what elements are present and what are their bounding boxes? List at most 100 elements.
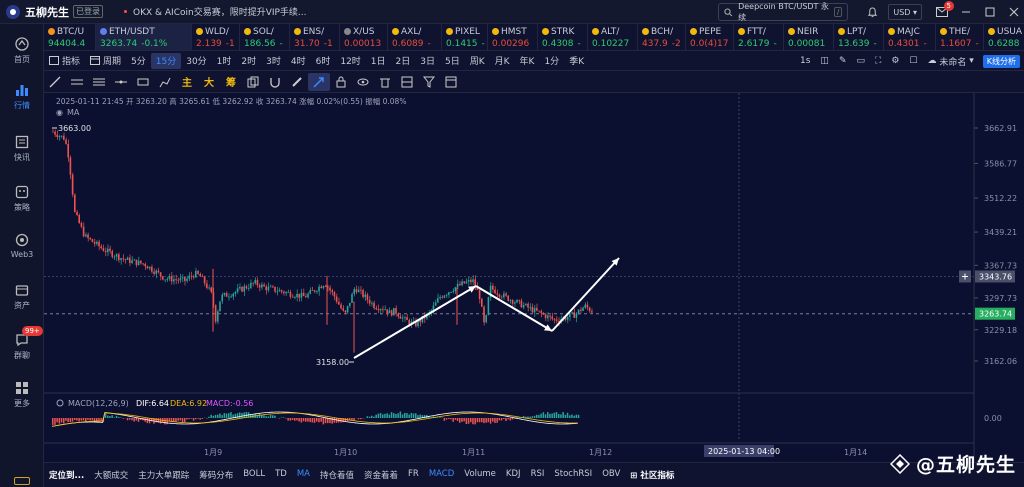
indicator-0[interactable]: 大额成交 bbox=[89, 469, 133, 481]
ticker-item[interactable]: USUA0.6288- bbox=[984, 24, 1024, 50]
edit-icon[interactable]: ✎ bbox=[834, 53, 852, 69]
indicator-11[interactable]: KDJ bbox=[501, 469, 526, 481]
timeframe-13[interactable]: 周K bbox=[465, 53, 490, 69]
lock-tool[interactable] bbox=[330, 73, 352, 91]
sidebar-item-assets[interactable]: 资产 bbox=[0, 282, 44, 311]
timeframe-14[interactable]: 月K bbox=[490, 53, 515, 69]
timeframe-15[interactable]: 年K bbox=[515, 53, 540, 69]
indicator-6[interactable]: 持仓着值 bbox=[315, 469, 359, 481]
ticker-item[interactable]: SOL/186.56- bbox=[240, 24, 290, 50]
timeframe-3[interactable]: 1时 bbox=[212, 53, 237, 69]
indicator-7[interactable]: 资金着着 bbox=[359, 469, 403, 481]
sidebar-bottom-icon[interactable] bbox=[14, 477, 30, 485]
search-input[interactable]: Deepcoin BTC/USDT 永续 / bbox=[718, 2, 849, 22]
news-ticker[interactable]: OKX & AICoin交易赛，限时提升VIP手续... bbox=[124, 5, 307, 18]
sidebar-item-strategy[interactable]: 策略 bbox=[0, 184, 44, 213]
trendline-tool[interactable] bbox=[44, 73, 66, 91]
indicator-2[interactable]: 筹码分布 bbox=[194, 469, 238, 481]
timeframe-0[interactable]: 5分 bbox=[126, 53, 151, 69]
camera-icon[interactable]: ◫ bbox=[815, 53, 834, 69]
template-tool[interactable] bbox=[440, 73, 462, 91]
mail-icon[interactable]: 5 bbox=[932, 1, 954, 21]
interval-1s[interactable]: 1s bbox=[795, 53, 815, 69]
kline-analysis-button[interactable]: K线分析 bbox=[982, 54, 1020, 68]
period-button[interactable]: 周期 bbox=[85, 53, 126, 69]
ticker-item[interactable]: MAJC 0.4301- bbox=[884, 24, 936, 50]
ticker-item[interactable]: BTC/U 94404.4 bbox=[44, 24, 96, 50]
pencil-tool[interactable] bbox=[286, 73, 308, 91]
sidebar-item-more[interactable]: 更多 bbox=[0, 380, 44, 409]
timeframe-4[interactable]: 2时 bbox=[236, 53, 261, 69]
minimize-icon[interactable] bbox=[956, 3, 976, 21]
timeframe-17[interactable]: 季K bbox=[564, 53, 589, 69]
window-icon[interactable]: ▭ bbox=[851, 53, 870, 69]
sidebar-item-web3[interactable]: Web3 bbox=[0, 232, 44, 259]
indicator-9[interactable]: MACD bbox=[424, 469, 459, 481]
large-tool[interactable]: 大 bbox=[198, 73, 220, 91]
main-tool[interactable]: 主 bbox=[176, 73, 198, 91]
ticker-item[interactable]: PEPE 0.0(4)17 bbox=[686, 24, 734, 50]
trash-tool[interactable] bbox=[374, 73, 396, 91]
settings-icon[interactable]: ⚙ bbox=[886, 53, 904, 69]
chart-area[interactable]: 3662.91 3586.77 3512.22 3439.21 3367.73 3297.… bbox=[44, 93, 1024, 463]
ticker-item[interactable]: ENS/31.70 -1 bbox=[290, 24, 340, 50]
indicator-12[interactable]: RSI bbox=[526, 469, 550, 481]
timeframe-1[interactable]: 15分 bbox=[150, 52, 182, 69]
ray-tool[interactable] bbox=[110, 73, 132, 91]
close-icon[interactable] bbox=[1004, 3, 1024, 21]
timeframe-10[interactable]: 2日 bbox=[391, 53, 416, 69]
ticker-item[interactable]: AXL/0.6089- bbox=[388, 24, 442, 50]
indicator-5[interactable]: MA bbox=[292, 469, 315, 481]
timeframe-7[interactable]: 6时 bbox=[311, 53, 336, 69]
indicator-button[interactable]: 指标 bbox=[44, 53, 85, 69]
cloud-select[interactable]: ☁ 未命名 ▾ bbox=[922, 53, 978, 69]
layers-tool[interactable] bbox=[396, 73, 418, 91]
bell-icon[interactable] bbox=[862, 3, 882, 21]
indicator-13[interactable]: StochRSI bbox=[549, 469, 597, 481]
timeframe-2[interactable]: 30分 bbox=[181, 53, 211, 69]
layout-icon[interactable]: ☐ bbox=[904, 53, 922, 69]
ticker-item[interactable]: STRK 0.4308- bbox=[538, 24, 588, 50]
timeframe-16[interactable]: 1分 bbox=[539, 53, 564, 69]
price-chart[interactable]: 3662.91 3586.77 3512.22 3439.21 3367.73 3297.… bbox=[44, 93, 1024, 463]
indicator-4[interactable]: TD bbox=[270, 469, 292, 481]
ticker-item[interactable]: LPT/13.639- bbox=[834, 24, 884, 50]
ticker-item[interactable]: FTT/2.6179- bbox=[734, 24, 784, 50]
timeframe-11[interactable]: 3日 bbox=[415, 53, 440, 69]
eye-tool[interactable] bbox=[352, 73, 374, 91]
locate-button[interactable]: 定位到... bbox=[44, 469, 89, 481]
hline-tool[interactable] bbox=[66, 73, 88, 91]
ticker-item[interactable]: HMST 0.00296 bbox=[488, 24, 538, 50]
rect-tool[interactable] bbox=[132, 73, 154, 91]
indicator-8[interactable]: FR bbox=[403, 469, 424, 481]
indicator-14[interactable]: OBV bbox=[597, 469, 625, 481]
ticker-item[interactable]: PIXEL 0.1415- bbox=[442, 24, 488, 50]
ticker-item[interactable]: BCH/437.9 -2 bbox=[638, 24, 686, 50]
timeframe-5[interactable]: 3时 bbox=[261, 53, 286, 69]
ticker-item[interactable]: ETH/USDT 3263.74 -0.1% bbox=[96, 24, 192, 50]
sidebar-item-home[interactable]: 首页 bbox=[0, 36, 44, 65]
parallel-tool[interactable] bbox=[88, 73, 110, 91]
maximize-icon[interactable] bbox=[980, 3, 1000, 21]
timeframe-8[interactable]: 12时 bbox=[335, 53, 365, 69]
arrow-draw-tool[interactable] bbox=[308, 72, 330, 91]
timeframe-9[interactable]: 1日 bbox=[366, 53, 391, 69]
indicator-10[interactable]: Volume bbox=[459, 469, 501, 481]
filter-tool[interactable] bbox=[418, 73, 440, 91]
sidebar-item-chat[interactable]: 99+ 群聊 bbox=[0, 326, 44, 361]
chip-tool[interactable]: 筹 bbox=[220, 73, 242, 91]
ticker-item[interactable]: THE/1.1607- bbox=[936, 24, 984, 50]
sidebar-item-news[interactable]: 快讯 bbox=[0, 134, 44, 163]
ticker-item[interactable]: X/US 0.00013 bbox=[340, 24, 388, 50]
fullscreen-icon[interactable]: ⛶ bbox=[870, 53, 886, 69]
currency-select[interactable]: USD ▾ bbox=[888, 4, 922, 20]
sidebar-item-market[interactable]: 行情 bbox=[0, 82, 44, 111]
timeframe-6[interactable]: 4时 bbox=[286, 53, 311, 69]
magnet-tool[interactable] bbox=[264, 73, 286, 91]
timeframe-12[interactable]: 5日 bbox=[440, 53, 465, 69]
brush-tool[interactable] bbox=[154, 73, 176, 91]
ticker-item[interactable]: ALT/0.10227 bbox=[588, 24, 638, 50]
copy-tool[interactable] bbox=[242, 73, 264, 91]
brand[interactable]: 五柳先生 已登录 bbox=[0, 4, 118, 20]
indicator-1[interactable]: 主力大单跟踪 bbox=[133, 469, 194, 481]
